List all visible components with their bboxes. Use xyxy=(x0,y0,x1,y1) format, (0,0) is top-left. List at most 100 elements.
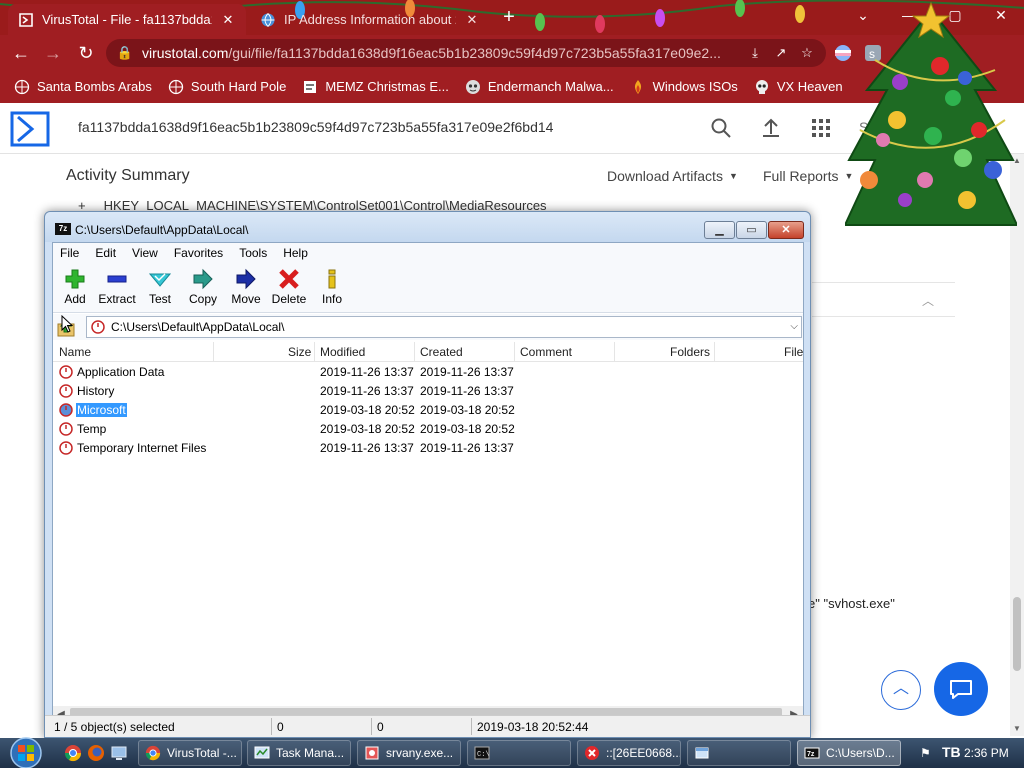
file-modified: 2019-03-18 20:52 xyxy=(320,422,415,436)
bookmark-star-icon[interactable]: ☆ xyxy=(798,44,816,62)
svg-text:C:\: C:\ xyxy=(477,751,490,759)
menu-view[interactable]: View xyxy=(132,246,158,260)
forward-arrow-icon[interactable]: → xyxy=(40,40,66,66)
taskbar-item-command-prompt[interactable]: C:\ xyxy=(467,740,571,766)
column-divider[interactable] xyxy=(414,342,415,362)
column-created[interactable]: Created xyxy=(420,345,463,359)
info-button[interactable]: Info xyxy=(310,266,354,312)
system-clock[interactable]: 2:36 PM xyxy=(964,746,1009,760)
scrollbar-thumb[interactable] xyxy=(1013,597,1021,671)
column-comment[interactable]: Comment xyxy=(520,345,572,359)
chrome-icon[interactable] xyxy=(64,744,82,762)
sevenzip-icon: 7z xyxy=(804,747,820,759)
column-folders[interactable]: Folders xyxy=(670,345,710,359)
window-title: C:\Users\Default\AppData\Local\ xyxy=(75,223,249,237)
install-app-icon[interactable]: ⤓ xyxy=(746,44,764,62)
new-tab-button[interactable]: + xyxy=(498,7,520,29)
close-button[interactable]: ✕ xyxy=(768,221,804,239)
bookmark-item[interactable]: Windows ISOs xyxy=(630,79,738,95)
taskbar-item-srvany[interactable]: srvany.exe... xyxy=(357,740,461,766)
add-button[interactable]: Add xyxy=(53,266,97,312)
bookmark-item[interactable]: VX Heaven xyxy=(754,79,843,95)
taskbar-item-task-manager[interactable]: Task Mana... xyxy=(247,740,351,766)
file-name: Temporary Internet Files xyxy=(77,441,207,455)
action-center-flag-icon[interactable]: ⚑ xyxy=(920,746,931,760)
taskbar-item-error-dialog[interactable]: ::[26EE0668... xyxy=(577,740,681,766)
list-item-selected[interactable]: Microsoft 2019-03-18 20:52 2019-03-18 20… xyxy=(53,401,803,420)
upload-icon[interactable] xyxy=(758,115,784,141)
tab-close-icon[interactable]: ✕ xyxy=(220,12,236,28)
tab-ip-address[interactable]: IP Address Information about 20 ✕ xyxy=(250,4,490,35)
tool-label: Test xyxy=(148,292,171,306)
path-combobox[interactable]: C:\Users\Default\AppData\Local\ ⌵ xyxy=(86,316,802,338)
menu-file[interactable]: File xyxy=(60,246,79,260)
file-name: Microsoft xyxy=(75,402,128,418)
bookmark-item[interactable]: South Hard Pole xyxy=(168,79,286,95)
address-bar[interactable]: 🔒 virustotal.com/gui/file/fa1137bdda1638… xyxy=(106,39,826,67)
full-reports-dropdown[interactable]: Full Reports ▼ xyxy=(763,168,853,184)
list-item[interactable]: Temp 2019-03-18 20:52 2019-03-18 20:52 xyxy=(53,420,803,439)
search-input[interactable]: fa1137bdda1638d9f16eac5b1b23809c59f4d97c… xyxy=(78,119,553,135)
move-arrow-icon xyxy=(236,268,256,290)
copy-button[interactable]: Copy xyxy=(181,266,225,312)
column-files[interactable]: File xyxy=(784,345,803,359)
minimize-button[interactable]: ▁ xyxy=(704,221,735,239)
search-icon[interactable] xyxy=(708,115,734,141)
flame-icon xyxy=(634,79,641,94)
firefox-icon[interactable] xyxy=(87,744,105,762)
start-orb-icon[interactable] xyxy=(6,736,46,768)
scroll-down-arrow-icon[interactable]: ▼ xyxy=(1010,722,1024,736)
sevenzip-app-icon: 7z xyxy=(55,223,71,235)
taskbar-item-window[interactable] xyxy=(687,740,791,766)
tab-virustotal[interactable]: VirusTotal - File - fa1137bdda163 ✕ xyxy=(8,4,246,35)
file-modified: 2019-03-18 20:52 xyxy=(320,403,415,417)
list-item[interactable]: History 2019-11-26 13:37 2019-11-26 13:3… xyxy=(53,382,803,401)
folder-icon xyxy=(59,365,73,379)
apps-grid-icon[interactable] xyxy=(808,115,834,141)
scroll-to-top-button[interactable]: ︿ xyxy=(881,670,921,710)
share-icon[interactable]: ↗ xyxy=(772,44,790,62)
chat-button[interactable] xyxy=(934,662,988,716)
tool-label: Delete xyxy=(271,292,307,306)
download-artifacts-dropdown[interactable]: Download Artifacts ▼ xyxy=(607,168,738,184)
bookmark-item[interactable]: Santa Bombs Arabs xyxy=(14,79,152,95)
column-name[interactable]: Name xyxy=(59,345,91,359)
chevron-down-icon[interactable]: ⌵ xyxy=(790,321,798,332)
delete-button[interactable]: Delete xyxy=(267,266,311,312)
test-button[interactable]: Test xyxy=(138,266,182,312)
column-divider[interactable] xyxy=(614,342,615,362)
back-arrow-icon[interactable]: ← xyxy=(8,40,34,66)
column-divider[interactable] xyxy=(714,342,715,362)
reload-icon[interactable]: ↻ xyxy=(73,40,99,66)
menu-help[interactable]: Help xyxy=(283,246,308,260)
lock-icon[interactable]: 🔒 xyxy=(116,44,134,62)
column-divider[interactable] xyxy=(514,342,515,362)
tray-app-icon[interactable]: TB xyxy=(942,744,961,760)
move-button[interactable]: Move xyxy=(224,266,268,312)
activity-summary-title: Activity Summary xyxy=(66,167,190,184)
bookmark-item[interactable]: MEMZ Christmas E... xyxy=(302,79,449,95)
bookmark-label: Endermanch Malwa... xyxy=(487,79,614,94)
page-scrollbar[interactable]: ▲ ▼ xyxy=(1010,154,1024,736)
maximize-button[interactable]: ▭ xyxy=(736,221,767,239)
sevenzip-titlebar[interactable]: 7z C:\Users\Default\AppData\Local\ ▁ ▭ ✕ xyxy=(45,212,810,242)
menu-tools[interactable]: Tools xyxy=(239,246,267,260)
column-divider[interactable] xyxy=(314,342,315,362)
tab-close-icon[interactable]: ✕ xyxy=(464,12,480,28)
bookmark-item[interactable]: Endermanch Malwa... xyxy=(465,79,614,95)
bookmark-label: Windows ISOs xyxy=(652,79,738,94)
virustotal-logo-icon[interactable] xyxy=(10,111,50,147)
taskbar-item-sevenzip[interactable]: 7z C:\Users\D... xyxy=(797,740,901,766)
list-item[interactable]: Application Data 2019-11-26 13:37 2019-1… xyxy=(53,363,803,382)
column-modified[interactable]: Modified xyxy=(320,345,365,359)
column-divider[interactable] xyxy=(213,342,214,362)
extract-button[interactable]: Extract xyxy=(95,266,139,312)
menu-favorites[interactable]: Favorites xyxy=(174,246,223,260)
column-size[interactable]: Size xyxy=(288,345,311,359)
plus-icon xyxy=(65,269,85,289)
list-item[interactable]: Temporary Internet Files 2019-11-26 13:3… xyxy=(53,439,803,458)
computer-icon[interactable] xyxy=(110,744,128,762)
taskbar-item-virustotal[interactable]: VirusTotal -... xyxy=(138,740,242,766)
collapse-chevron-icon[interactable]: ︿ xyxy=(922,292,934,309)
menu-edit[interactable]: Edit xyxy=(95,246,116,260)
